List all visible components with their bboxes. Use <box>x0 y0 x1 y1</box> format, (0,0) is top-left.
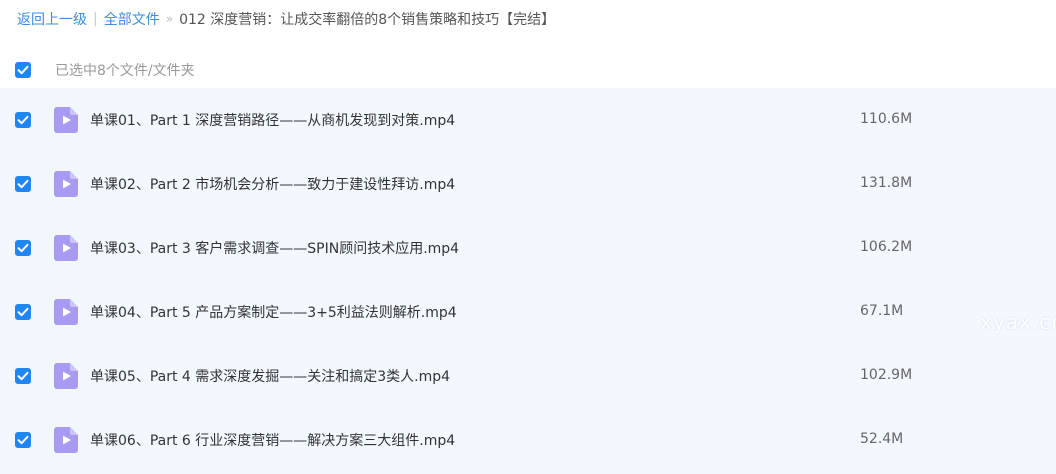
selection-count-text: 已选中8个文件/文件夹 <box>55 63 195 79</box>
file-row[interactable]: 单课06、Part 6 行业深度营销——解决方案三大组件.mp4 52.4M <box>0 408 1056 472</box>
file-checkbox[interactable] <box>15 432 31 448</box>
current-folder-title: 012 深度营销：让成交率翻倍的8个销售策略和技巧【完结】 <box>179 12 556 28</box>
file-row[interactable]: 单课01、Part 1 深度营销路径——从商机发现到对策.mp4 110.6M <box>0 88 1056 152</box>
file-name[interactable]: 单课06、Part 6 行业深度营销——解决方案三大组件.mp4 <box>90 430 455 450</box>
file-name[interactable]: 单课02、Part 2 市场机会分析——致力于建设性拜访.mp4 <box>90 174 455 194</box>
checkmark-icon <box>17 307 29 317</box>
file-size: 52.4M <box>860 431 904 447</box>
file-row[interactable]: 单课03、Part 3 客户需求调查——SPIN顾问技术应用.mp4 106.2… <box>0 216 1056 280</box>
checkmark-icon <box>17 179 29 189</box>
file-checkbox[interactable] <box>15 176 31 192</box>
file-row[interactable]: 单课04、Part 5 产品方案制定——3+5利益法则解析.mp4 67.1M <box>0 280 1056 344</box>
video-file-icon <box>54 363 78 389</box>
breadcrumb-separator: | <box>93 11 98 27</box>
file-size: 106.2M <box>860 239 913 255</box>
all-files-link[interactable]: 全部文件 <box>104 9 160 29</box>
file-name[interactable]: 单课01、Part 1 深度营销路径——从商机发现到对策.mp4 <box>90 110 455 130</box>
selection-bar: 已选中8个文件/文件夹 <box>0 55 1056 85</box>
file-name[interactable]: 单课04、Part 5 产品方案制定——3+5利益法则解析.mp4 <box>90 302 457 322</box>
checkmark-icon <box>17 243 29 253</box>
file-row[interactable]: 单课05、Part 4 需求深度发掘——关注和搞定3类人.mp4 102.9M <box>0 344 1056 408</box>
video-file-icon <box>54 299 78 325</box>
checkmark-icon <box>17 115 29 125</box>
select-all-checkbox[interactable] <box>15 62 31 78</box>
file-row[interactable]: 单课02、Part 2 市场机会分析——致力于建设性拜访.mp4 131.8M <box>0 152 1056 216</box>
video-file-icon <box>54 235 78 261</box>
video-file-icon <box>54 171 78 197</box>
file-name[interactable]: 单课03、Part 3 客户需求调查——SPIN顾问技术应用.mp4 <box>90 238 459 258</box>
file-checkbox[interactable] <box>15 304 31 320</box>
file-checkbox[interactable] <box>15 240 31 256</box>
file-size: 102.9M <box>860 367 913 383</box>
file-checkbox[interactable] <box>15 112 31 128</box>
file-checkbox[interactable] <box>15 368 31 384</box>
video-file-icon <box>54 107 78 133</box>
file-name[interactable]: 单课05、Part 4 需求深度发掘——关注和搞定3类人.mp4 <box>90 366 450 386</box>
file-size: 67.1M <box>860 303 904 319</box>
checkmark-icon <box>17 435 29 445</box>
breadcrumb-arrow-icon: » <box>165 12 174 26</box>
checkmark-icon <box>17 371 29 381</box>
video-file-icon <box>54 427 78 453</box>
back-link[interactable]: 返回上一级 <box>17 9 87 29</box>
breadcrumb: 返回上一级 | 全部文件 » 012 深度营销：让成交率翻倍的8个销售策略和技巧… <box>17 8 555 30</box>
checkmark-icon <box>17 65 29 75</box>
file-size: 110.6M <box>860 111 913 127</box>
file-list: 单课01、Part 1 深度营销路径——从商机发现到对策.mp4 110.6M … <box>0 88 1056 474</box>
file-size: 131.8M <box>860 175 913 191</box>
